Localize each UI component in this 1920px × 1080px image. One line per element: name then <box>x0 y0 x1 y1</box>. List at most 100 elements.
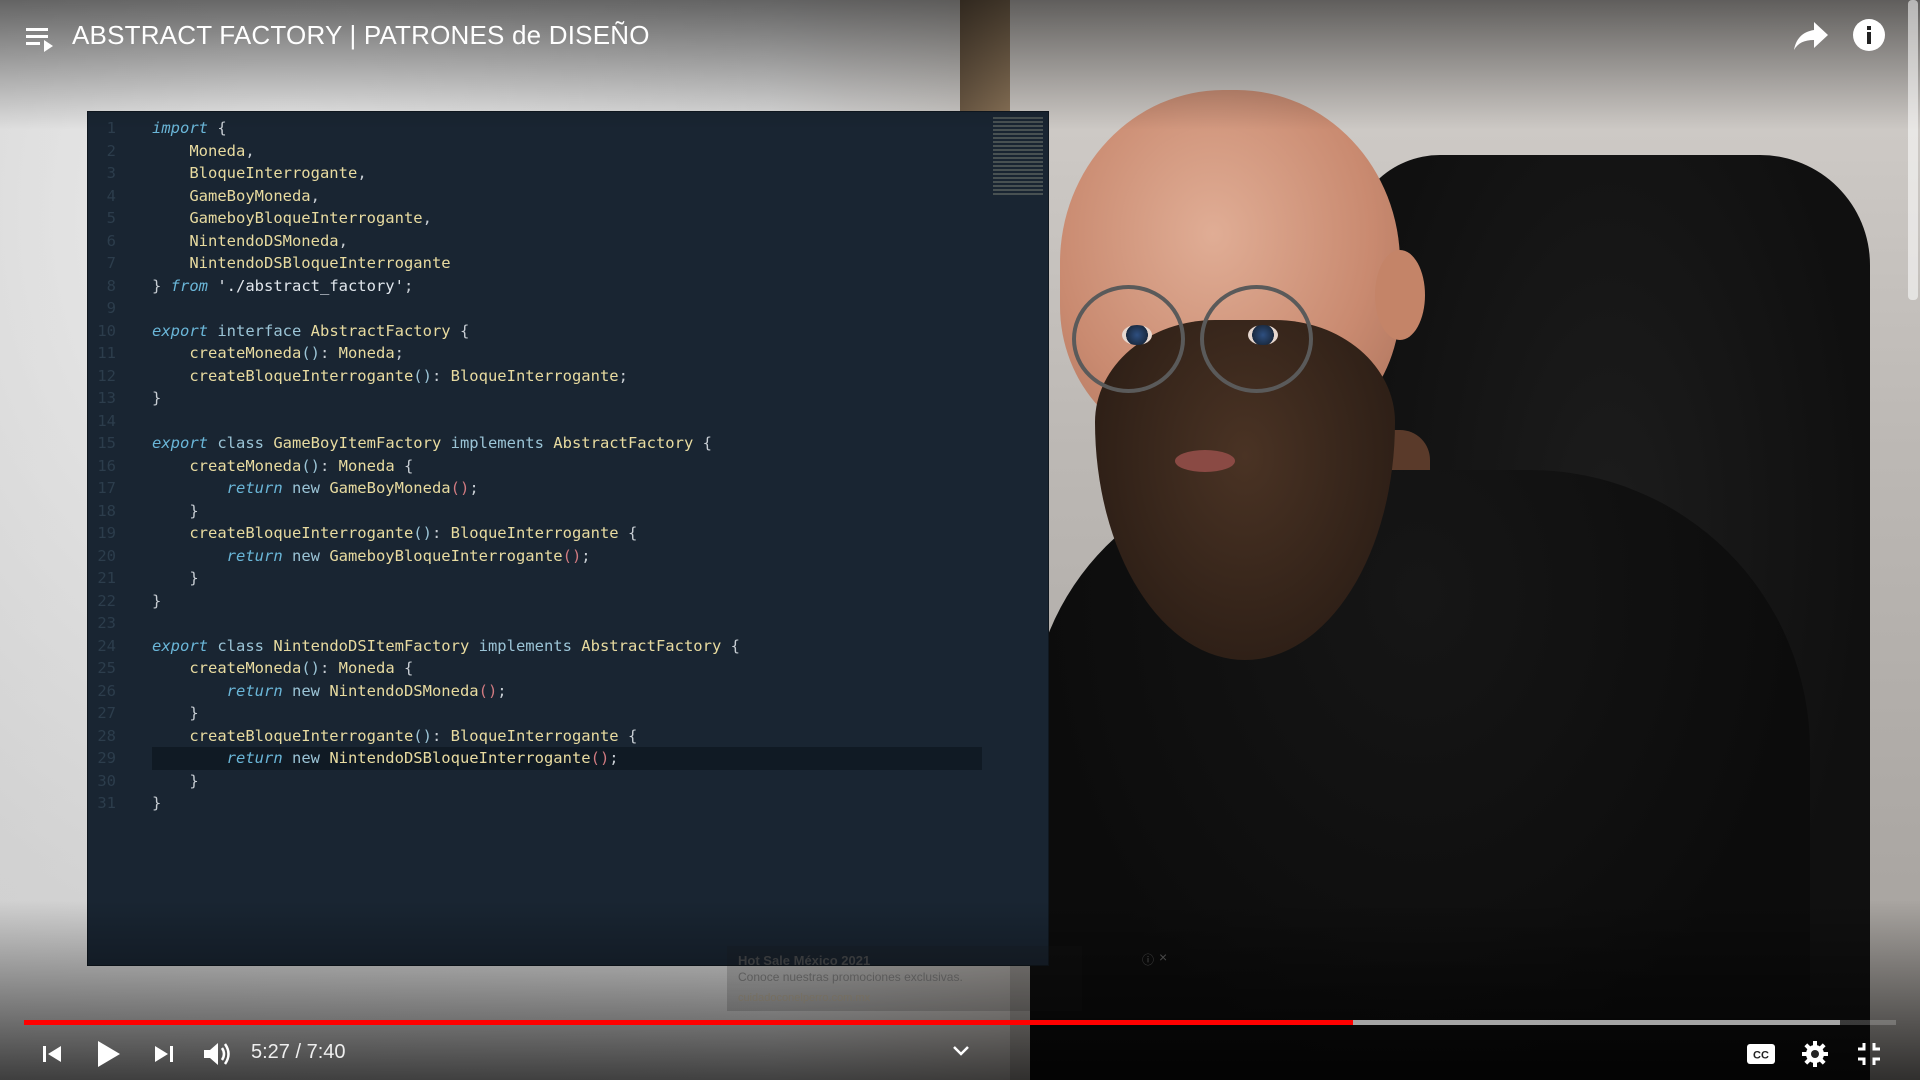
code-token: ; <box>497 681 507 700</box>
code-token: ; <box>618 366 628 385</box>
gear-icon[interactable] <box>1798 1036 1832 1072</box>
ad-title[interactable]: Hot Sale México 2021 <box>738 953 870 968</box>
code-token: { <box>721 636 740 655</box>
video-title[interactable]: ABSTRACT FACTORY | PATRONES de DISEÑO <box>72 20 650 51</box>
line-number: 3 <box>106 164 116 182</box>
line-content: createBloqueInterrogante(): BloqueInterr… <box>152 365 982 388</box>
fullscreen-exit-icon[interactable] <box>1852 1036 1886 1072</box>
code-token: createBloqueInterrogante <box>152 524 414 542</box>
line-content: export interface AbstractFactory { <box>152 320 982 343</box>
ad-overlay[interactable]: Hot Sale México 2021 Conoce nuestras pro… <box>727 946 1167 1011</box>
code-token: GameboyBloqueInterrogante <box>152 209 423 227</box>
info-icon[interactable] <box>1852 18 1886 52</box>
code-token: , <box>310 186 320 205</box>
ad-info-icon[interactable]: ⓘ <box>1142 951 1154 968</box>
line-content: NintendoDSMoneda, <box>152 230 982 253</box>
video-player[interactable]: 1import {2 Moneda,3 BloqueInterrogante,4… <box>0 0 1920 1080</box>
ad-url[interactable]: cuidadoconelperro.com.mx <box>738 992 870 1004</box>
code-token: { <box>618 524 638 542</box>
code-token: () <box>562 546 582 565</box>
skip-previous-icon[interactable] <box>36 1036 68 1072</box>
line-number: 31 <box>97 794 116 812</box>
code-token: GameBoyMoneda <box>319 479 451 497</box>
ad-description: Conoce nuestras promociones exclusivas. <box>738 970 963 984</box>
glasses-lens-right <box>1200 285 1313 393</box>
code-token: , <box>338 231 348 250</box>
line-content: } <box>152 792 982 815</box>
glasses-lens-left <box>1072 285 1185 393</box>
line-content: } <box>152 500 982 523</box>
share-icon[interactable] <box>1794 20 1830 52</box>
svg-text:CC: CC <box>1753 1050 1769 1062</box>
line-content: } <box>152 590 982 613</box>
page-scrollbar[interactable] <box>1908 0 1918 300</box>
code-token: { <box>693 434 712 452</box>
code-line: 27 } <box>88 702 988 725</box>
line-number: 27 <box>97 704 116 722</box>
code-token: new <box>282 681 320 700</box>
code-line: 13} <box>88 387 988 410</box>
code-token: BloqueInterrogante <box>152 164 358 182</box>
code-token: return <box>152 479 283 497</box>
play-icon[interactable] <box>90 1036 126 1072</box>
code-editor-overlay: 1import {2 Moneda,3 BloqueInterrogante,4… <box>88 112 1048 965</box>
line-number: 14 <box>97 411 116 430</box>
line-content: return new NintendoDSMoneda(); <box>152 680 982 703</box>
code-token: BloqueInterrogante <box>450 726 619 745</box>
code-line: 4 GameBoyMoneda, <box>88 185 988 208</box>
code-token: : <box>431 524 451 542</box>
code-token: NintendoDSMoneda <box>319 681 479 700</box>
code-token: NintendoDSBloqueInterrogante <box>152 254 451 272</box>
presenter-mouth <box>1175 450 1235 472</box>
code-line: 25 createMoneda(): Moneda { <box>88 657 988 680</box>
code-token: , <box>245 141 255 160</box>
line-number: 6 <box>106 231 116 250</box>
line-content: } <box>152 770 982 793</box>
code-token: implements <box>441 434 544 452</box>
code-line: 28 createBloqueInterrogante(): BloqueInt… <box>88 725 988 748</box>
code-token: createBloqueInterrogante <box>152 726 414 745</box>
code-token: : <box>319 344 339 362</box>
line-content: createBloqueInterrogante(): BloqueInterr… <box>152 725 982 748</box>
line-content: return new GameBoyMoneda(); <box>152 477 982 500</box>
playlist-icon[interactable] <box>26 26 56 52</box>
code-line: 14 <box>88 410 988 433</box>
code-token: , <box>357 164 367 182</box>
code-token: Moneda <box>338 344 395 362</box>
chevron-down-icon[interactable] <box>950 1040 972 1062</box>
line-content: GameBoyMoneda, <box>152 185 982 208</box>
line-number: 20 <box>97 546 116 565</box>
line-content: createMoneda(): Moneda { <box>152 657 982 680</box>
code-token: } <box>152 389 162 407</box>
cc-icon[interactable]: CC <box>1744 1036 1778 1072</box>
code-line: 19 createBloqueInterrogante(): BloqueInt… <box>88 522 988 545</box>
code-token: NintendoDSBloqueInterrogante <box>319 749 591 767</box>
progress-bar[interactable] <box>24 1020 1896 1025</box>
code-token: () <box>301 344 320 362</box>
line-content: } <box>152 702 982 725</box>
code-line: 21 } <box>88 567 988 590</box>
code-token: GameBoyMoneda <box>152 186 311 205</box>
code-token: { <box>618 726 638 745</box>
code-token: } <box>152 591 162 610</box>
line-number: 21 <box>97 569 116 587</box>
code-line: 26 return new NintendoDSMoneda(); <box>88 680 988 703</box>
code-line: 2 Moneda, <box>88 140 988 163</box>
line-number: 13 <box>97 389 116 407</box>
code-token: } <box>152 501 199 520</box>
line-number: 25 <box>97 659 116 677</box>
line-number: 22 <box>97 591 116 610</box>
code-token: } <box>152 704 199 722</box>
code-token: interface <box>208 321 302 340</box>
volume-icon[interactable] <box>200 1036 236 1072</box>
ad-close-icon[interactable]: × <box>1159 949 1167 965</box>
code-token: () <box>301 456 320 475</box>
line-number: 24 <box>97 636 116 655</box>
skip-next-icon[interactable] <box>148 1036 180 1072</box>
code-token: , <box>422 209 432 227</box>
line-content: return new GameboyBloqueInterrogante(); <box>152 545 982 568</box>
code-token: } <box>152 276 171 295</box>
code-line: 7 NintendoDSBloqueInterrogante <box>88 252 988 275</box>
code-token: : <box>431 366 451 385</box>
line-number: 4 <box>106 186 116 205</box>
